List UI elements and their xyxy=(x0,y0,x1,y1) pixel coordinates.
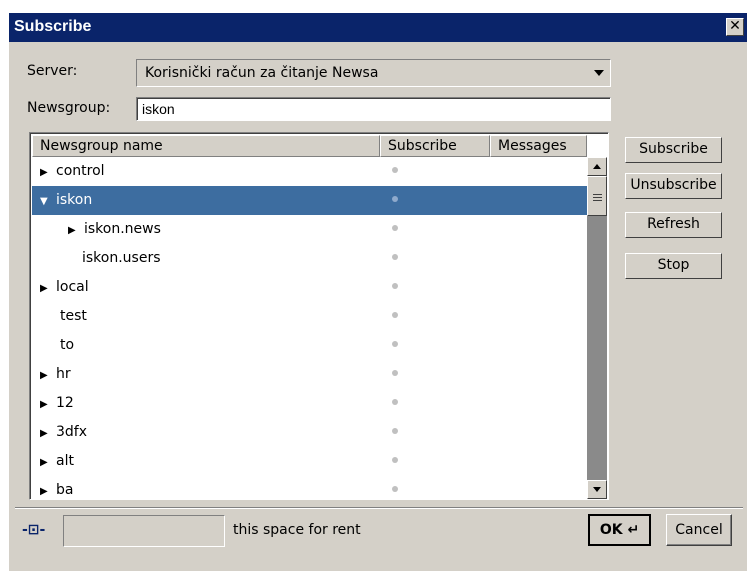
connection-icon: -⊡- xyxy=(22,522,46,538)
newsgroup-input[interactable] xyxy=(136,97,611,121)
stop-button[interactable]: Stop xyxy=(625,253,722,279)
subscribe-dialog: Subscribe ✕ Server: Korisnički račun za … xyxy=(9,13,747,571)
subscribe-dot-icon[interactable] xyxy=(392,312,398,318)
window-title: Subscribe xyxy=(14,18,92,35)
title-bar: Subscribe ✕ xyxy=(9,13,747,42)
column-header-messages[interactable]: Messages xyxy=(490,135,587,157)
chevron-down-icon xyxy=(594,70,604,76)
list-item-label: 12 xyxy=(56,395,74,411)
list-item[interactable]: ▼ iskon xyxy=(32,186,587,215)
list-item-label: 3dfx xyxy=(56,424,88,440)
collapsed-triangle-icon[interactable]: ▶ xyxy=(40,457,52,468)
newsgroup-label: Newsgroup: xyxy=(27,100,111,116)
close-button[interactable]: ✕ xyxy=(726,18,744,36)
collapsed-triangle-icon[interactable]: ▶ xyxy=(68,225,80,236)
list-item-name: ▶ local xyxy=(40,279,89,295)
list-item[interactable]: ▶ iskon.news xyxy=(32,215,587,244)
collapsed-triangle-icon[interactable]: ▶ xyxy=(40,486,52,497)
list-item-label: iskon xyxy=(56,192,93,208)
list-item[interactable]: ▶ 12 xyxy=(32,389,587,418)
subscribe-dot-icon[interactable] xyxy=(392,225,398,231)
subscribe-dot-icon[interactable] xyxy=(392,196,398,202)
newsgroup-list: Newsgroup name Subscribe Messages ▶ contr… xyxy=(29,132,609,500)
status-text: this space for rent xyxy=(233,522,361,538)
list-item[interactable]: ▶ local xyxy=(32,273,587,302)
grip-icon xyxy=(593,194,602,195)
separator xyxy=(15,507,743,509)
list-item-name: test xyxy=(60,308,87,324)
list-item-name: ▶ iskon.news xyxy=(68,221,161,237)
unsubscribe-button[interactable]: Unsubscribe xyxy=(625,173,722,199)
list-item-label: iskon.users xyxy=(82,250,161,266)
collapsed-triangle-icon[interactable]: ▶ xyxy=(40,167,52,178)
collapsed-triangle-icon[interactable]: ▶ xyxy=(40,428,52,439)
subscribe-dot-icon[interactable] xyxy=(392,283,398,289)
list-item-name: ▶ 12 xyxy=(40,395,74,411)
server-select[interactable]: Korisnički račun za čitanje Newsa xyxy=(136,59,611,87)
list-item-name: ▶ ba xyxy=(40,482,73,498)
list-item-name: ▶ hr xyxy=(40,366,71,382)
status-progress-box xyxy=(63,515,225,547)
expanded-triangle-icon[interactable]: ▼ xyxy=(40,196,52,207)
ok-button[interactable]: OK ↵ xyxy=(588,514,651,546)
scroll-down-button[interactable] xyxy=(587,480,607,499)
list-item[interactable]: test xyxy=(32,302,587,331)
list-item-label: ba xyxy=(56,482,74,498)
subscribe-dot-icon[interactable] xyxy=(392,254,398,260)
list-item[interactable]: ▶ 3dfx xyxy=(32,418,587,447)
collapsed-triangle-icon[interactable]: ▶ xyxy=(40,370,52,381)
list-item[interactable]: ▶ control xyxy=(32,157,587,186)
list-item[interactable]: ▶ alt xyxy=(32,447,587,476)
list-item-label: hr xyxy=(56,366,71,382)
subscribe-dot-icon[interactable] xyxy=(392,428,398,434)
scroll-up-button[interactable] xyxy=(587,157,607,176)
list-item-label: alt xyxy=(56,453,74,469)
list-item-name: iskon.users xyxy=(82,250,161,266)
server-select-value: Korisnički račun za čitanje Newsa xyxy=(145,65,379,81)
list-item-name: ▼ iskon xyxy=(40,192,92,208)
enter-icon: ↵ xyxy=(627,522,640,538)
column-header-subscribe[interactable]: Subscribe xyxy=(380,135,490,157)
list-item-name: ▶ alt xyxy=(40,453,74,469)
list-item-label: test xyxy=(60,308,87,324)
subscribe-dot-icon[interactable] xyxy=(392,457,398,463)
ok-label: OK xyxy=(599,522,623,538)
subscribe-dot-icon[interactable] xyxy=(392,399,398,405)
list-item[interactable]: ▶ ba xyxy=(32,476,587,499)
scroll-thumb[interactable] xyxy=(587,176,607,216)
subscribe-dot-icon[interactable] xyxy=(392,370,398,376)
list-item-label: iskon.news xyxy=(84,221,161,237)
list-item-label: local xyxy=(56,279,89,295)
subscribe-dot-icon[interactable] xyxy=(392,486,398,492)
list-item-name: to xyxy=(60,337,74,353)
vertical-scrollbar[interactable] xyxy=(587,157,607,499)
column-header-name[interactable]: Newsgroup name xyxy=(32,135,380,157)
list-item-label: control xyxy=(56,163,105,179)
collapsed-triangle-icon[interactable]: ▶ xyxy=(40,399,52,410)
list-item-label: to xyxy=(60,337,75,353)
subscribe-dot-icon[interactable] xyxy=(392,167,398,173)
list-item-name: ▶ 3dfx xyxy=(40,424,87,440)
collapsed-triangle-icon[interactable]: ▶ xyxy=(40,283,52,294)
subscribe-button[interactable]: Subscribe xyxy=(625,137,722,163)
refresh-button[interactable]: Refresh xyxy=(625,212,722,238)
list-item[interactable]: iskon.users xyxy=(32,244,587,273)
list-item[interactable]: ▶ hr xyxy=(32,360,587,389)
server-label: Server: xyxy=(27,63,78,79)
cancel-button[interactable]: Cancel xyxy=(666,514,732,546)
list-item[interactable]: to xyxy=(32,331,587,360)
list-item-name: ▶ control xyxy=(40,163,105,179)
subscribe-dot-icon[interactable] xyxy=(392,341,398,347)
